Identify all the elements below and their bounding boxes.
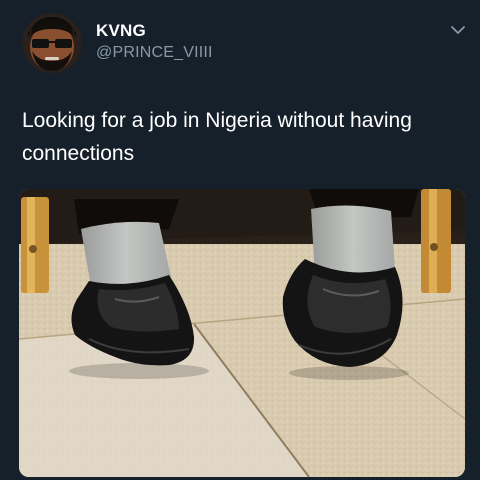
tweet-text: Looking for a job in Nigeria without hav… (22, 109, 412, 165)
shoes-on-floor-photo (19, 189, 465, 477)
tweet-card: KVNG @PRINCE_VIIII Looking for a job in … (0, 0, 480, 480)
avatar[interactable] (22, 13, 82, 73)
chevron-down-icon[interactable] (449, 23, 467, 37)
display-name[interactable]: KVNG (96, 21, 146, 41)
tweet-image[interactable] (19, 189, 465, 477)
avatar-face-icon (22, 13, 82, 73)
user-handle[interactable]: @PRINCE_VIIII (96, 44, 213, 62)
